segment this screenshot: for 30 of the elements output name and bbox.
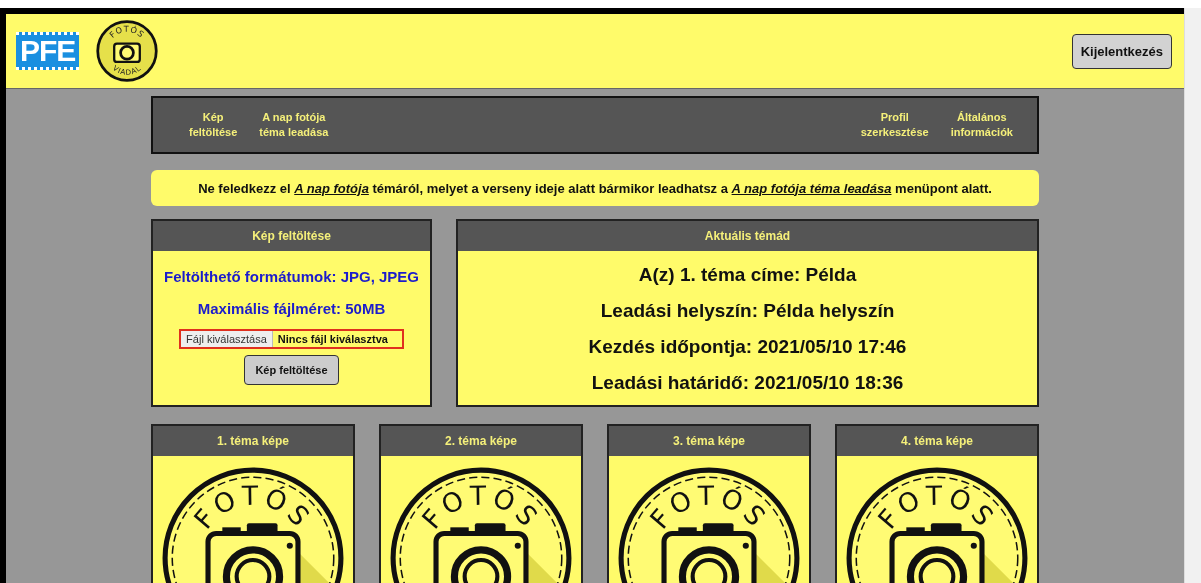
card-header: 1. téma képe bbox=[153, 426, 353, 456]
card-header: Kép feltöltése bbox=[153, 221, 430, 251]
topic-detail-text: Leadási határidő: 2021/05/10 18:36 bbox=[591, 371, 904, 395]
topic-detail-text: A(z) 1. téma címe: Példa bbox=[638, 263, 857, 287]
camera-logo: FOTÓS bbox=[845, 466, 1029, 583]
card-header: Aktuális témád bbox=[458, 221, 1037, 251]
scrollbar[interactable] bbox=[1184, 8, 1201, 583]
nav-link[interactable]: Kép feltöltése bbox=[189, 110, 238, 140]
logout-button[interactable]: Kijelentkezés bbox=[1071, 33, 1172, 69]
formats-text: Feltölthető formátumok: JPG, JPEG bbox=[164, 266, 419, 287]
file-status-text: Nincs fájl kiválasztva bbox=[276, 332, 389, 347]
nav-link[interactable]: Általános információk bbox=[950, 110, 1013, 140]
camera-logo: FOTÓS bbox=[389, 466, 573, 583]
camera-logo: FOTÓS bbox=[161, 466, 345, 583]
brand-logo: PFE bbox=[16, 32, 80, 70]
camera-logo: FOTÓS bbox=[617, 466, 801, 583]
card-header: 3. téma képe bbox=[609, 426, 809, 456]
card-header: 4. téma képe bbox=[837, 426, 1037, 456]
choose-file-button[interactable]: Fájl kiválasztása bbox=[181, 331, 273, 347]
nav-link[interactable]: A nap fotója téma leadása bbox=[259, 110, 329, 140]
notice-link[interactable]: A nap fotója téma leadása bbox=[731, 180, 892, 196]
upload-button[interactable]: Kép feltöltése bbox=[244, 355, 339, 385]
file-input[interactable]: Fájl kiválasztása Nincs fájl kiválasztva bbox=[179, 329, 404, 349]
max-size-text: Maximális fájlméret: 50MB bbox=[197, 298, 386, 319]
notice-text: Ne feledkezz el A nap fotója témáról, melyet a verseny ideje alatt bármikor leadhatsz a A nap fotója téma leadása menüpont alatt. bbox=[198, 180, 992, 196]
topic-detail-text: Kezdés időpontja: 2021/05/10 17:46 bbox=[588, 335, 907, 359]
topic-detail-text: Leadási helyszín: Példa helyszín bbox=[600, 299, 895, 323]
notice-link[interactable]: A nap fotója bbox=[294, 180, 369, 196]
card-header: 2. téma képe bbox=[381, 426, 581, 456]
nav-link[interactable]: Profil szerkesztése bbox=[860, 110, 929, 140]
